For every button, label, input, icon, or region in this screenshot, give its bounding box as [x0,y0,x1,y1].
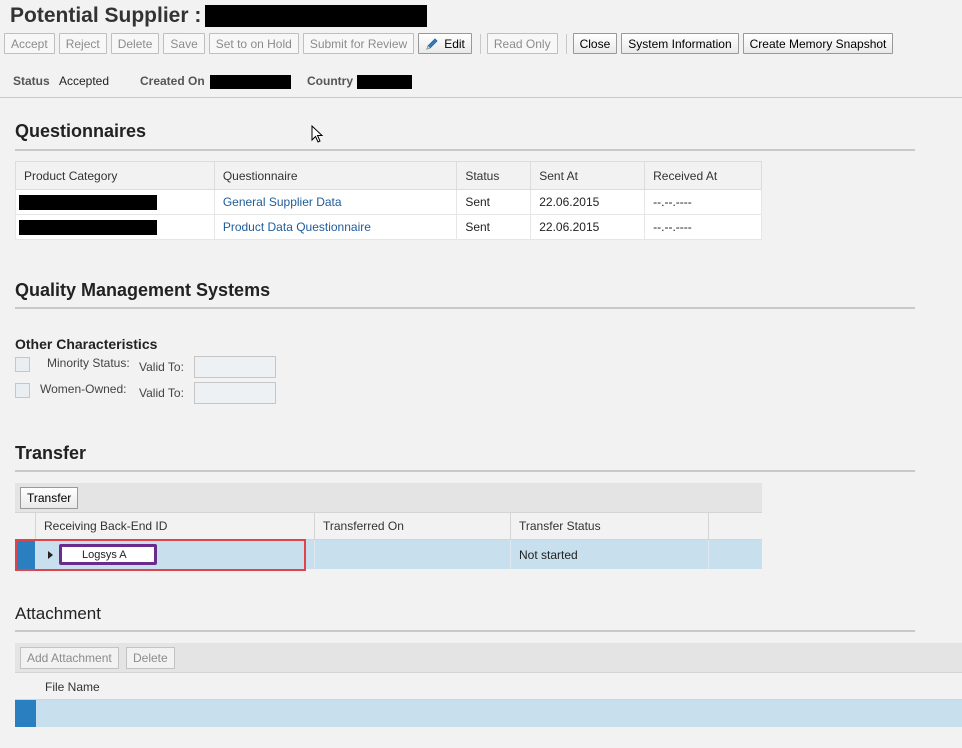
submit-review-button[interactable]: Submit for Review [302,33,415,54]
valid-to-label: Valid To: [139,360,184,374]
toolbar-separator [479,33,481,54]
questionnaires-title: Questionnaires [15,121,147,141]
page-title-row: Potential Supplier : [10,2,428,30]
section-divider [15,630,915,632]
other-characteristics-title: Other Characteristics [15,336,158,352]
transfer-title: Transfer [15,443,87,463]
empty-cell [709,540,762,569]
edit-label: Edit [444,36,465,51]
valid-to-label: Valid To: [139,386,184,400]
table-header-row: Receiving Back-End ID Transferred On Tra… [15,512,762,540]
mouse-cursor-icon [311,125,324,143]
redacted-product-category [19,219,157,235]
table-header-row: File Name [15,672,962,700]
redacted-created-on [210,75,291,89]
transfer-status-cell: Not started [511,540,709,569]
column-header[interactable]: Received At [644,161,762,190]
memory-snapshot-button[interactable]: Create Memory Snapshot [742,33,894,54]
redacted-country [357,75,412,89]
expand-arrow-icon[interactable] [48,551,53,559]
received-at-cell: --.--.---- [644,214,762,240]
selector-column-header[interactable] [15,513,36,539]
set-on-hold-button[interactable]: Set to on Hold [208,33,299,54]
save-button[interactable]: Save [163,33,205,54]
table-row[interactable]: Product Data Questionnaire Sent 22.06.20… [15,214,762,240]
section-divider [15,149,915,151]
add-attachment-button[interactable]: Add Attachment [20,647,119,669]
page-title: Potential Supplier : [10,4,202,27]
questionnaire-cell: Product Data Questionnaire [213,214,458,240]
status-label: Status [13,74,50,88]
women-owned-label: Women-Owned: [40,382,127,396]
status-value: Accepted [59,74,110,88]
product-category-cell [15,214,215,240]
close-button[interactable]: Close [572,33,618,54]
transfer-button[interactable]: Transfer [20,487,79,509]
section-divider [15,307,915,309]
column-header[interactable]: Questionnaire [213,161,458,190]
column-header[interactable]: Product Category [15,161,215,190]
women-owned-valid-to-input[interactable] [194,382,276,404]
edit-button[interactable]: Edit [418,33,472,54]
delete-attachment-button[interactable]: Delete [126,647,175,669]
column-header[interactable]: File Name [45,680,100,694]
country-label: Country [307,74,353,88]
reject-button[interactable]: Reject [58,33,107,54]
transfer-toolbar: Transfer [15,483,762,512]
attachment-title: Attachment [15,604,101,623]
pencil-icon [426,37,438,50]
table-header-row: Product Category Questionnaire Status Se… [15,161,762,190]
created-on-label: Created On [140,74,205,88]
read-only-button[interactable]: Read Only [486,33,558,54]
section-divider [15,470,915,472]
received-at-cell: --.--.---- [644,189,762,215]
table-row[interactable] [15,700,962,727]
backend-id-value[interactable]: Logsys A [59,544,157,565]
column-header[interactable]: Receiving Back-End ID [36,513,315,539]
product-category-cell [15,189,215,215]
toolbar-separator [565,33,567,54]
toolbar: Accept Reject Delete Save Set to on Hold… [4,33,897,54]
questionnaire-link[interactable]: Product Data Questionnaire [223,220,371,234]
redacted-supplier-name [205,5,428,27]
minority-status-checkbox[interactable] [15,357,30,372]
column-header-empty [709,513,762,539]
accept-button[interactable]: Accept [4,33,55,54]
sent-at-cell: 22.06.2015 [530,214,646,240]
women-owned-checkbox[interactable] [15,383,30,398]
attachment-toolbar: Add Attachment Delete [15,643,962,672]
minority-valid-to-input[interactable] [194,356,276,378]
minority-status-label: Minority Status: [47,356,130,370]
sent-at-cell: 22.06.2015 [530,189,646,215]
status-cell: Sent [456,189,532,215]
questionnaire-link[interactable]: General Supplier Data [223,195,342,209]
column-header[interactable]: Transfer Status [511,513,709,539]
column-header[interactable]: Status [456,161,532,190]
questionnaire-cell: General Supplier Data [213,189,458,215]
system-information-button[interactable]: System Information [621,33,739,54]
questionnaires-table: Product Category Questionnaire Status Se… [15,161,762,240]
redacted-product-category [19,194,157,210]
row-selector[interactable] [15,700,36,727]
column-header[interactable]: Transferred On [315,513,511,539]
status-cell: Sent [456,214,532,240]
status-bar: Status Accepted Created On Country [0,62,962,98]
transferred-on-cell [315,540,511,569]
delete-button[interactable]: Delete [110,33,160,54]
column-header[interactable]: Sent At [530,161,646,190]
qms-title: Quality Management Systems [15,280,271,300]
table-row[interactable]: General Supplier Data Sent 22.06.2015 --… [15,189,762,215]
